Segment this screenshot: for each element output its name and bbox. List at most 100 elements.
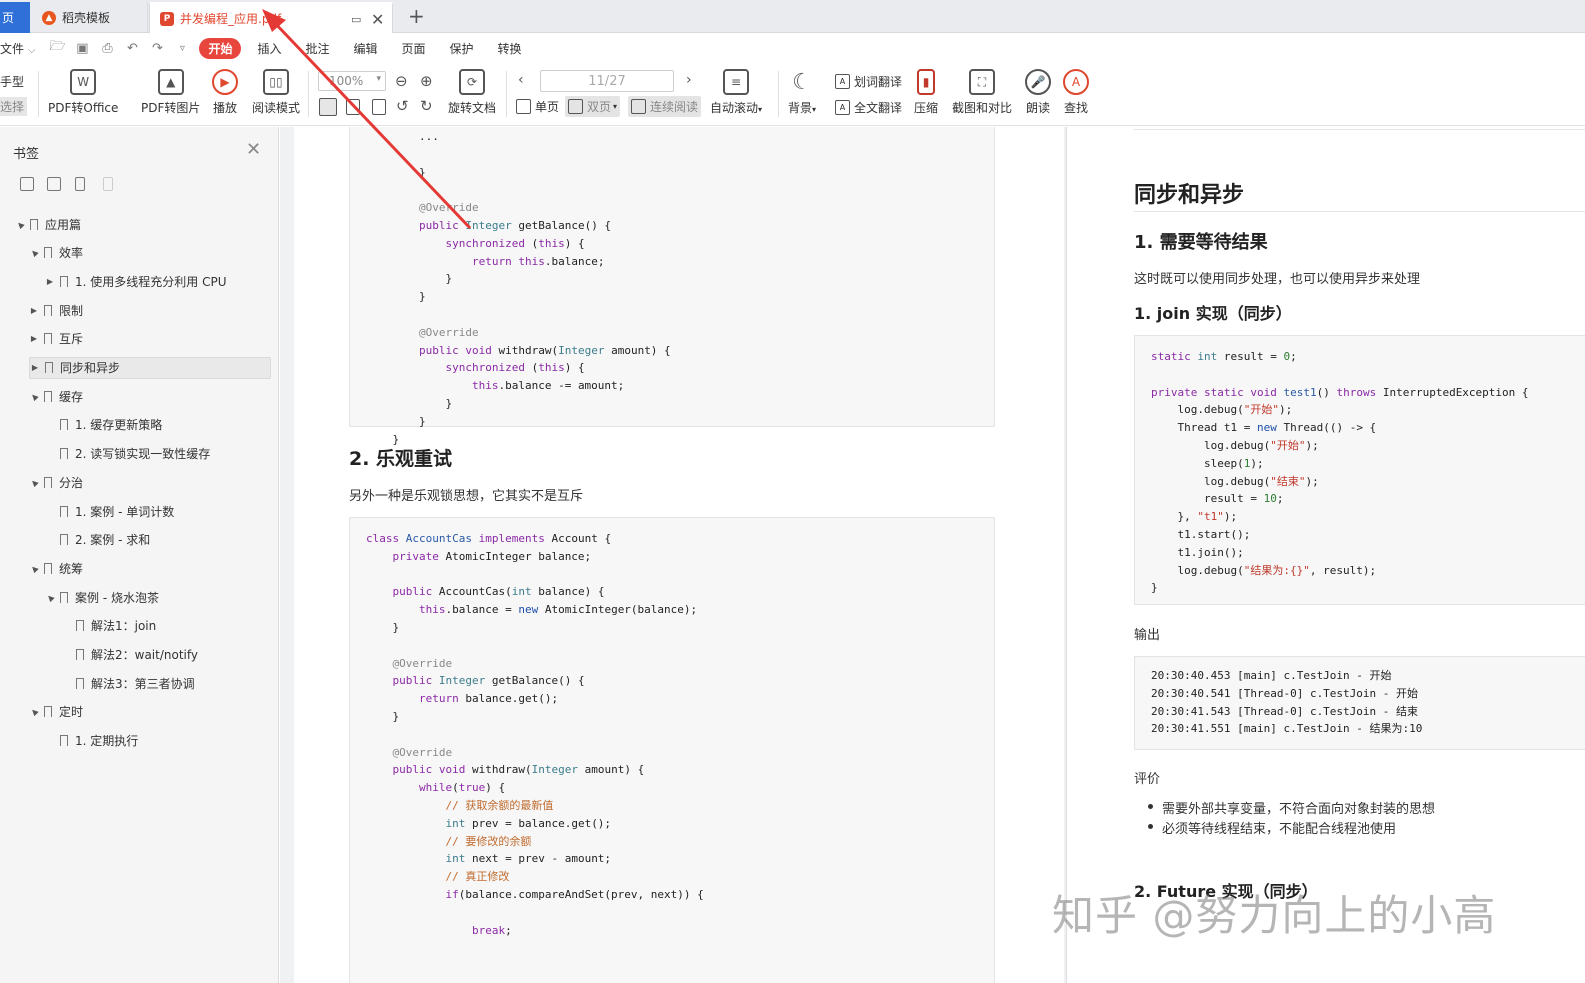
- bookmark-label: 2. 案例 - 求和: [75, 533, 151, 548]
- undo-icon[interactable]: ↶: [124, 40, 140, 56]
- bullet-item: 必须等待线程结束，不能配合线程池使用: [1147, 818, 1396, 837]
- single-page-label: 单页: [535, 100, 560, 114]
- delete-bookmark-icon[interactable]: [103, 177, 113, 191]
- rotate-left-icon[interactable]: ↺: [396, 97, 409, 115]
- bookmark-label: 效率: [59, 246, 84, 261]
- bookmark-label: 解法2：wait/notify: [91, 648, 198, 662]
- bookmark-item[interactable]: 解法3：第三者协调: [61, 672, 195, 694]
- collapse-arrow-icon[interactable]: ▲: [27, 476, 40, 489]
- bookmark-item[interactable]: ▲ 统筹: [29, 557, 83, 579]
- rotate-document-button[interactable]: ⟳ 旋转文档: [448, 69, 496, 116]
- tab-convert[interactable]: 转换: [498, 40, 522, 57]
- single-page-icon: [516, 99, 531, 114]
- pdf-to-image-button[interactable]: ▲ PDF转图片: [141, 69, 200, 116]
- bookmark-sidebar: 书签 ✕ ▲ 应用篇 ▲ 效率 ▶ 1. 使用多线程充分利用 CPU ▶ 限制 ▶ 互斥 ▶ 同步和异…: [0, 127, 279, 983]
- previous-page-icon[interactable]: ‹: [518, 72, 524, 88]
- select-tool-button[interactable]: 选择: [0, 97, 28, 116]
- find-button[interactable]: A 查找: [1063, 69, 1089, 116]
- bookmark-item[interactable]: ▲ 应用篇: [15, 213, 81, 235]
- tab-docer-templates[interactable]: ▲ 稻壳模板: [30, 2, 148, 33]
- close-icon[interactable]: ✕: [246, 139, 261, 160]
- page-number-input[interactable]: 11/27: [540, 70, 674, 92]
- continuous-read-button[interactable]: 连续阅读: [628, 96, 702, 117]
- expand-arrow-icon[interactable]: ▶: [30, 363, 40, 372]
- tab-edit[interactable]: 编辑: [353, 40, 377, 57]
- read-mode-button[interactable]: ▯▯ 阅读模式: [252, 69, 300, 116]
- bookmark-item[interactable]: ▲ 缓存: [29, 385, 83, 407]
- collapse-arrow-icon[interactable]: ▲: [13, 217, 26, 230]
- bookmark-item[interactable]: ▲ 定时: [29, 701, 83, 723]
- bookmark-item[interactable]: 1. 缓存更新策略: [45, 414, 162, 436]
- tab-annotate[interactable]: 批注: [305, 40, 329, 57]
- bookmark-item[interactable]: ▲ 效率: [29, 242, 83, 264]
- expand-arrow-icon[interactable]: ▶: [29, 306, 39, 315]
- single-page-button[interactable]: 单页: [516, 98, 559, 115]
- new-tab-button[interactable]: +: [408, 4, 425, 28]
- document-viewport[interactable]: ... } @Override public Integer getBalanc…: [280, 127, 1585, 983]
- play-label: 播放: [212, 101, 237, 115]
- file-menu[interactable]: 文件 ⌵: [0, 40, 35, 57]
- zoom-select[interactable]: 100% ▾: [318, 71, 386, 91]
- add-bookmark-icon[interactable]: [75, 177, 85, 191]
- expand-arrow-icon[interactable]: ▶: [45, 277, 55, 286]
- play-button[interactable]: ▶ 播放: [212, 69, 238, 116]
- pdf-to-office-button[interactable]: W PDF转Office: [48, 69, 118, 116]
- tab-home[interactable]: 页: [0, 2, 30, 33]
- select-tool-label: 选择: [0, 100, 25, 114]
- tab-page[interactable]: 页面: [402, 40, 426, 57]
- bookmark-icon: [44, 247, 52, 259]
- tab-protect[interactable]: 保护: [450, 40, 474, 57]
- auto-scroll-button[interactable]: ≡ 自动滚动▾: [710, 69, 762, 116]
- print-icon[interactable]: ⎙: [99, 40, 115, 56]
- expand-all-icon[interactable]: [20, 177, 34, 191]
- bookmark-item[interactable]: 1. 案例 - 单词计数: [45, 500, 174, 522]
- bookmark-item[interactable]: ▶ 互斥: [29, 328, 83, 350]
- actual-size-icon[interactable]: [319, 98, 337, 116]
- tab-close-icon[interactable]: ✕: [371, 10, 384, 29]
- redo-icon[interactable]: ↷: [149, 40, 165, 56]
- save-icon[interactable]: ▣: [74, 40, 90, 56]
- hand-tool-button[interactable]: 手型: [0, 73, 24, 90]
- collapse-arrow-icon[interactable]: ▲: [27, 562, 40, 575]
- collapse-all-icon[interactable]: [47, 177, 61, 191]
- bookmark-item[interactable]: 2. 读写锁实现一致性缓存: [45, 443, 210, 465]
- fit-width-icon[interactable]: [372, 99, 386, 115]
- collapse-arrow-icon[interactable]: ▲: [27, 389, 40, 402]
- bookmark-item[interactable]: ▲ 案例 - 烧水泡茶: [45, 586, 159, 608]
- zoom-out-icon[interactable]: ⊖: [395, 72, 408, 90]
- customize-chevron-icon[interactable]: ▿: [174, 40, 190, 56]
- rotate-right-icon[interactable]: ↻: [420, 97, 433, 115]
- chevron-down-icon: ▾: [376, 74, 381, 84]
- collapse-arrow-icon[interactable]: ▲: [27, 705, 40, 718]
- background-button[interactable]: ☾ 背景▾: [788, 69, 816, 116]
- ribbon-separator: [506, 71, 507, 117]
- open-folder-icon[interactable]: 🗁: [49, 39, 65, 56]
- bookmark-icon: [60, 505, 68, 517]
- screenshot-compare-button[interactable]: ⛶ 截图和对比: [952, 69, 1012, 116]
- fit-page-icon[interactable]: [346, 99, 360, 115]
- bookmark-item[interactable]: 1. 定期执行: [45, 730, 138, 752]
- bookmark-item[interactable]: ▶ 同步和异步: [29, 356, 271, 379]
- double-page-button[interactable]: 双页 ▾: [565, 96, 621, 117]
- bookmark-item[interactable]: 2. 案例 - 求和: [45, 529, 150, 551]
- tab-pdf-document[interactable]: P 并发编程_应用.pdf ▭ ✕: [149, 2, 393, 33]
- bookmark-item[interactable]: ▲ 分治: [29, 471, 83, 493]
- restore-window-icon[interactable]: ▭: [351, 13, 361, 26]
- bookmark-label: 1. 定期执行: [75, 734, 139, 749]
- tab-insert[interactable]: 插入: [257, 40, 281, 57]
- full-translate-button[interactable]: A 全文翻译: [835, 99, 902, 116]
- bookmark-label: 1. 案例 - 单词计数: [75, 504, 175, 519]
- collapse-arrow-icon[interactable]: ▲: [27, 246, 40, 259]
- word-translate-button[interactable]: A 划词翻译: [835, 73, 902, 90]
- next-page-icon[interactable]: ›: [686, 72, 692, 88]
- read-aloud-button[interactable]: 🎤 朗读: [1025, 69, 1051, 116]
- zoom-in-icon[interactable]: ⊕: [420, 72, 433, 90]
- collapse-arrow-icon[interactable]: ▲: [43, 590, 56, 603]
- bookmark-item[interactable]: ▶ 限制: [29, 299, 83, 321]
- bookmark-item[interactable]: ▶ 1. 使用多线程充分利用 CPU: [45, 270, 227, 292]
- bookmark-item[interactable]: 解法2：wait/notify: [61, 644, 198, 666]
- expand-arrow-icon[interactable]: ▶: [29, 334, 39, 343]
- bookmark-item[interactable]: 解法1：join: [61, 615, 156, 637]
- compress-button[interactable]: ▮ 压缩: [914, 69, 938, 116]
- tab-start[interactable]: 开始: [199, 37, 242, 59]
